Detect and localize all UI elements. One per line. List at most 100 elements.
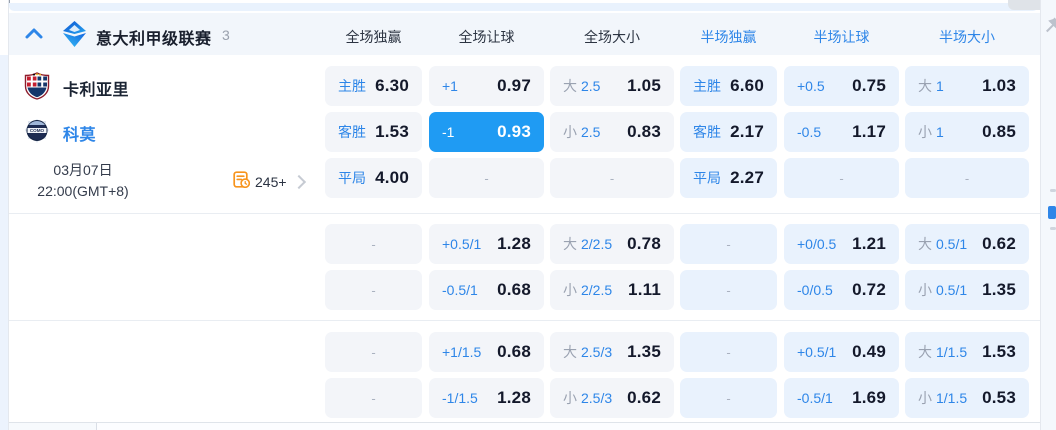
odds-cell-half-ou-row3: -	[905, 158, 1029, 198]
empty-odds-dash: -	[964, 170, 970, 186]
odds-selection-label: 客胜	[338, 124, 366, 140]
odds-cell-full-win-row6: -	[325, 332, 422, 372]
odds-cell-half-handicap-row5[interactable]: -0/0.5 0.72	[784, 270, 899, 310]
sliver-glyph	[1050, 227, 1056, 230]
home-team-name: 卡利亚里	[63, 82, 130, 99]
odds-cell-half-win-row3[interactable]: 平局 2.27	[680, 158, 777, 198]
odds-value: 0.78	[627, 234, 661, 253]
odds-selection-label: 小 2/2.5	[563, 282, 613, 298]
odds-cell-full-ou-row4[interactable]: 大 2/2.5 0.78	[550, 224, 674, 264]
odds-value: 0.62	[982, 234, 1016, 253]
odds-selection-label: 小 2.5	[563, 124, 601, 140]
odds-cell-half-win-row2[interactable]: 客胜 2.17	[680, 112, 777, 152]
odds-selection-label: 大 0.5/1	[918, 236, 968, 252]
odds-value: 1.35	[982, 280, 1016, 299]
odds-cell-full-ou-row7[interactable]: 小 2.5/3 0.62	[550, 378, 674, 418]
odds-value: 2.27	[730, 168, 764, 187]
odds-cell-half-handicap-row6[interactable]: +0.5/1 0.49	[784, 332, 899, 372]
odds-cell-half-win-row6: -	[680, 332, 777, 372]
odds-cell-half-handicap-row3: -	[784, 158, 899, 198]
odds-selection-label: 平局	[693, 170, 721, 186]
odds-cell-half-handicap-row4[interactable]: +0/0.5 1.21	[784, 224, 899, 264]
odds-value: 0.62	[627, 388, 661, 407]
odds-value: 6.60	[730, 76, 764, 95]
odds-cell-full-handicap-row7[interactable]: -1/1.5 1.28	[429, 378, 544, 418]
odds-selection-label: +0.5/1	[442, 236, 482, 252]
markets-stats-icon	[233, 171, 251, 193]
odds-value: 0.49	[852, 342, 886, 361]
odds-cell-full-win-row3[interactable]: 平局 4.00	[325, 158, 422, 198]
column-header-half-ou: 半场大小	[939, 29, 995, 45]
odds-value: 1.05	[627, 76, 661, 95]
odds-cell-full-ou-row2[interactable]: 小 2.5 0.83	[550, 112, 674, 152]
league-match-count: 3	[222, 27, 230, 43]
odds-cell-half-ou-row1[interactable]: 大 1 1.03	[905, 66, 1029, 106]
empty-odds-dash: -	[371, 390, 376, 406]
odds-cell-full-win-row1[interactable]: 主胜 6.30	[325, 66, 422, 106]
odds-cell-full-handicap-row6[interactable]: +1/1.5 0.68	[429, 332, 544, 372]
odds-cell-full-win-row2[interactable]: 客胜 1.53	[325, 112, 422, 152]
odds-selection-label: 小1	[918, 124, 944, 140]
odds-cell-half-handicap-row7[interactable]: -0.5/1 1.69	[784, 378, 899, 418]
odds-cell-half-ou-row7[interactable]: 小 1/1.5 0.53	[905, 378, 1029, 418]
odds-value: 1.28	[497, 234, 531, 253]
match-datetime: 03月07日 22:00(GMT+8)	[18, 160, 148, 202]
odds-value: 0.85	[982, 122, 1016, 141]
odds-cell-half-ou-row4[interactable]: 大 0.5/1 0.62	[905, 224, 1029, 264]
odds-cell-half-ou-row6[interactable]: 大 1/1.5 1.53	[905, 332, 1029, 372]
odds-value: 0.75	[852, 76, 886, 95]
empty-odds-dash: -	[371, 236, 376, 252]
odds-selection-label: -0.5	[797, 124, 822, 140]
odds-selection-label: 平局	[338, 170, 366, 186]
column-header-half-win: 半场独赢	[700, 29, 757, 45]
collapse-chevron-up-icon[interactable]	[24, 25, 44, 43]
odds-value: 0.83	[627, 122, 661, 141]
odds-cell-half-win-row1[interactable]: 主胜 6.60	[680, 66, 777, 106]
group-divider	[8, 213, 1040, 214]
odds-cell-half-win-row4: -	[680, 224, 777, 264]
sliver-glyph	[1050, 189, 1056, 192]
column-header-full-win: 全场独赢	[345, 29, 402, 45]
odds-cell-full-handicap-row5[interactable]: -0.5/1 0.68	[429, 270, 544, 310]
panel-right-border	[1040, 0, 1041, 430]
svg-text:COMO: COMO	[30, 128, 45, 133]
away-team-row[interactable]: COMO 科莫	[24, 117, 96, 150]
odds-selection-label: +0/0.5	[797, 236, 837, 252]
odds-selection-label: +1/1.5	[442, 344, 482, 360]
pin-icon[interactable]	[1043, 16, 1056, 36]
odds-cell-half-ou-row5[interactable]: 小 0.5/1 1.35	[905, 270, 1029, 310]
odds-value: 1.35	[627, 342, 661, 361]
home-team-row[interactable]: 卡利亚里	[24, 71, 130, 102]
odds-cell-full-ou-row6[interactable]: 大 2.5/3 1.35	[550, 332, 674, 372]
odds-cell-half-handicap-row2[interactable]: -0.5 1.17	[784, 112, 899, 152]
match-date: 03月07日	[53, 162, 113, 178]
odds-cell-full-handicap-row4[interactable]: +0.5/1 1.28	[429, 224, 544, 264]
odds-cell-half-ou-row2[interactable]: 小 1 0.85	[905, 112, 1029, 152]
empty-odds-dash: -	[726, 390, 731, 406]
odds-selection-label: 大1	[918, 78, 944, 94]
odds-cell-full-win-row4: -	[325, 224, 422, 264]
serie-a-logo-icon	[62, 21, 87, 47]
odds-value: 1.28	[497, 388, 531, 407]
odds-value: 1.03	[982, 76, 1016, 95]
odds-cell-half-handicap-row1[interactable]: +0.5 0.75	[784, 66, 899, 106]
chevron-right-icon	[291, 174, 306, 190]
empty-odds-dash: -	[371, 282, 376, 298]
empty-odds-dash: -	[726, 236, 731, 252]
odds-cell-full-handicap-row2[interactable]: -1 0.93	[429, 112, 544, 152]
league-title: 意大利甲级联赛	[96, 31, 212, 48]
odds-cell-half-win-row5: -	[680, 270, 777, 310]
odds-cell-full-ou-row5[interactable]: 小 2/2.5 1.11	[550, 270, 674, 310]
odds-selection-label: 主胜	[693, 78, 721, 94]
odds-selection-label: 主胜	[338, 78, 366, 94]
odds-cell-full-ou-row1[interactable]: 大 2.5 1.05	[550, 66, 674, 106]
more-markets-link[interactable]: 245+	[233, 171, 306, 193]
odds-value: 2.17	[730, 122, 764, 141]
odds-value: 0.72	[852, 280, 886, 299]
away-team-crest-icon: COMO	[24, 117, 50, 150]
odds-selection-label: 大 2.5/3	[563, 344, 613, 360]
odds-cell-full-handicap-row1[interactable]: +1 0.97	[429, 66, 544, 106]
odds-value: 0.53	[982, 388, 1016, 407]
column-header-full-handicap: 全场让球	[458, 29, 515, 45]
odds-selection-label: 大 2.5	[563, 78, 601, 94]
